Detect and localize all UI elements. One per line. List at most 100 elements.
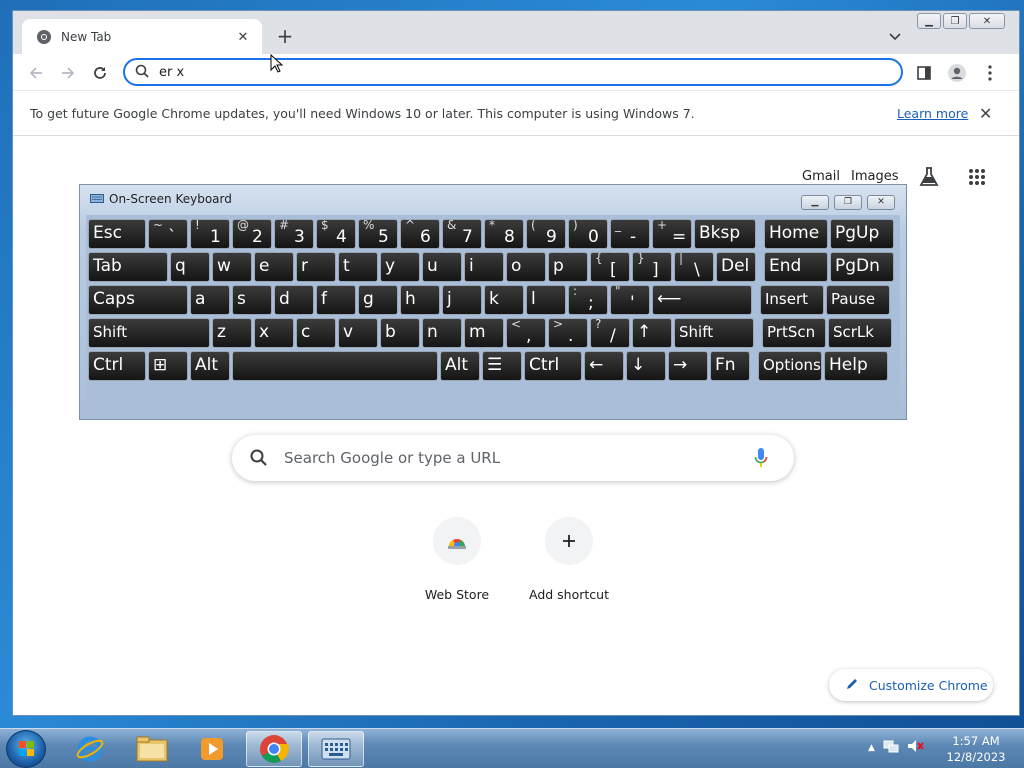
key-s[interactable]: s xyxy=(232,285,272,315)
key-caps[interactable]: Caps xyxy=(88,285,188,315)
reload-icon[interactable] xyxy=(88,61,112,85)
side-panel-icon[interactable] xyxy=(912,61,936,85)
key-l[interactable]: l xyxy=(526,285,566,315)
key-6[interactable]: ^ 6 xyxy=(400,219,440,249)
learn-more-link[interactable]: Learn more xyxy=(897,106,968,121)
key-8[interactable]: * 8 xyxy=(484,219,524,249)
key-7[interactable]: & 7 xyxy=(442,219,482,249)
key-alt[interactable]: Alt xyxy=(190,351,230,381)
key-ctrl[interactable]: Ctrl xyxy=(88,351,146,381)
key-help[interactable]: Help xyxy=(824,351,888,381)
minimize-icon[interactable]: ▁ xyxy=(917,13,941,29)
key-p[interactable]: p xyxy=(548,252,588,282)
key-u[interactable]: u xyxy=(422,252,462,282)
google-apps-icon[interactable] xyxy=(968,168,986,189)
info-bar-close-icon[interactable]: ✕ xyxy=(979,104,992,123)
key-4[interactable]: $4 xyxy=(316,219,356,249)
omnibox[interactable]: er x xyxy=(123,58,903,86)
start-button[interactable] xyxy=(6,730,46,768)
key-f[interactable]: f xyxy=(316,285,356,315)
gmail-link[interactable]: Gmail xyxy=(802,169,840,184)
key-k[interactable]: k xyxy=(484,285,524,315)
osk-restore-icon[interactable]: ❐ xyxy=(834,195,862,210)
key-sym4-5[interactable]: ☰ xyxy=(482,351,522,381)
key-v[interactable]: v xyxy=(338,318,378,348)
key-r[interactable]: r xyxy=(296,252,336,282)
key-y[interactable]: y xyxy=(380,252,420,282)
key-prtscn[interactable]: PrtScn xyxy=(762,318,826,348)
customize-chrome-button[interactable]: Customize Chrome xyxy=(829,669,993,701)
key-e[interactable]: e xyxy=(254,252,294,282)
key-n[interactable]: n xyxy=(422,318,462,348)
internet-explorer-icon[interactable] xyxy=(62,731,118,767)
key-pgdn[interactable]: PgDn xyxy=(830,252,894,282)
key-h[interactable]: h xyxy=(400,285,440,315)
ntp-search-box[interactable]: Search Google or type a URL xyxy=(232,435,794,481)
new-tab-button[interactable]: + xyxy=(275,26,295,47)
key-5[interactable]: % 5 xyxy=(358,219,398,249)
shortcut-web-store[interactable]: Web Store xyxy=(401,517,513,602)
key-0[interactable]: ) 0 xyxy=(568,219,608,249)
key-9[interactable]: (9 xyxy=(526,219,566,249)
network-icon[interactable] xyxy=(883,739,899,756)
key-j[interactable]: j xyxy=(442,285,482,315)
shortcut-add[interactable]: Add shortcut xyxy=(513,517,625,602)
key-pause[interactable]: Pause xyxy=(826,285,890,315)
key-sym4-8[interactable]: ↓ xyxy=(626,351,666,381)
key-home[interactable]: Home xyxy=(764,219,828,249)
on-screen-keyboard-icon[interactable] xyxy=(308,731,364,767)
key-shift[interactable]: Shift xyxy=(88,318,210,348)
key-x[interactable]: x xyxy=(254,318,294,348)
key-sym0-12[interactable]: _ - xyxy=(610,219,650,249)
key-sym2-10[interactable]: :; xyxy=(568,285,608,315)
key-sym1-12[interactable]: }] xyxy=(632,252,672,282)
images-link[interactable]: Images xyxy=(851,169,899,184)
key-del[interactable]: Del xyxy=(716,252,756,282)
profile-icon[interactable] xyxy=(945,61,969,85)
tab-new-tab[interactable]: New Tab ✕ xyxy=(22,19,262,55)
key-sym1-13[interactable]: | \ xyxy=(674,252,714,282)
key-sym3-11[interactable]: ↑ xyxy=(632,318,672,348)
labs-flask-icon[interactable] xyxy=(918,166,940,191)
key-b[interactable]: b xyxy=(380,318,420,348)
key-sym2-12[interactable]: ⟵ xyxy=(652,285,752,315)
close-window-icon[interactable]: ✕ xyxy=(969,13,1005,29)
microphone-icon[interactable] xyxy=(754,447,768,472)
osk-close-icon[interactable]: ✕ xyxy=(867,195,895,210)
key-2[interactable]: @2 xyxy=(232,219,272,249)
restore-icon[interactable]: ❐ xyxy=(943,13,967,29)
key-d[interactable]: d xyxy=(274,285,314,315)
key-sym2-11[interactable]: " ' xyxy=(610,285,650,315)
key-m[interactable]: m xyxy=(464,318,504,348)
tab-search-icon[interactable] xyxy=(885,28,905,46)
key-space[interactable] xyxy=(232,351,438,381)
key-fn[interactable]: Fn xyxy=(710,351,750,381)
back-icon[interactable] xyxy=(24,61,48,85)
key-sym1-11[interactable]: {[ xyxy=(590,252,630,282)
key-sym3-9[interactable]: >. xyxy=(548,318,588,348)
key-z[interactable]: z xyxy=(212,318,252,348)
key-sym4-9[interactable]: → xyxy=(668,351,708,381)
show-hidden-icons-icon[interactable]: ▲ xyxy=(868,743,875,753)
key-sym4-7[interactable]: ← xyxy=(584,351,624,381)
key-sym3-8[interactable]: <, xyxy=(506,318,546,348)
key-shift[interactable]: Shift xyxy=(674,318,754,348)
chrome-icon[interactable] xyxy=(246,731,302,767)
key-esc[interactable]: Esc xyxy=(88,219,146,249)
key-i[interactable]: i xyxy=(464,252,504,282)
tab-close-icon[interactable]: ✕ xyxy=(234,28,252,46)
key-bksp[interactable]: Bksp xyxy=(694,219,756,249)
key-g[interactable]: g xyxy=(358,285,398,315)
key-sym0-13[interactable]: + = xyxy=(652,219,692,249)
clock[interactable]: 1:57 AM 12/8/2023 xyxy=(936,733,1016,765)
key-scrlk[interactable]: ScrLk xyxy=(828,318,892,348)
key-options[interactable]: Options xyxy=(758,351,822,381)
key-q[interactable]: q xyxy=(170,252,210,282)
key-t[interactable]: t xyxy=(338,252,378,282)
volume-muted-icon[interactable] xyxy=(907,739,925,756)
key-sym4-1[interactable]: ⊞ xyxy=(148,351,188,381)
forward-icon[interactable] xyxy=(56,61,80,85)
key-o[interactable]: o xyxy=(506,252,546,282)
key-ctrl[interactable]: Ctrl xyxy=(524,351,582,381)
key-sym0-1[interactable]: ~ ` xyxy=(148,219,188,249)
